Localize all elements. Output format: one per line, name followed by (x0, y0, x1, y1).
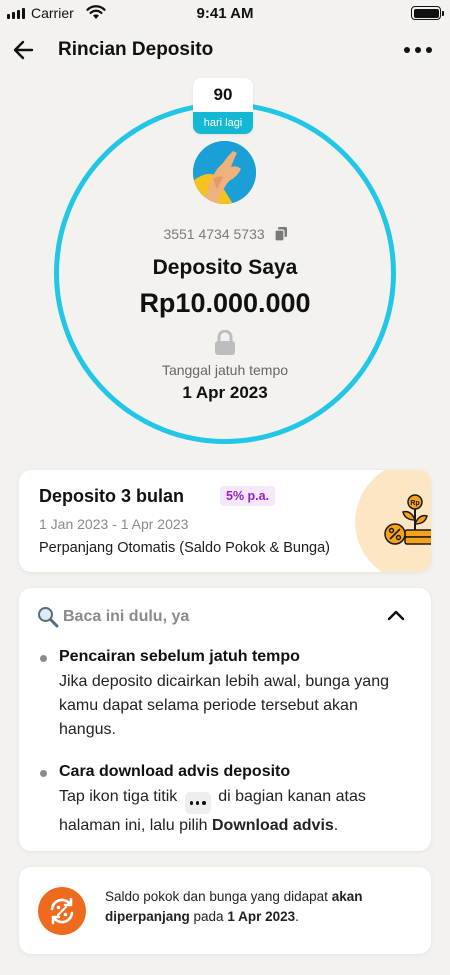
lock-icon (215, 330, 235, 355)
info-item-body: Jika deposito dicairkan lebih awal, bung… (59, 673, 389, 738)
auto-renew-note-card: Saldo pokok dan bunga yang didapat akan … (19, 867, 431, 954)
deposit-avatar (193, 141, 256, 204)
days-left-badge: 90 hari lagi (193, 78, 253, 134)
interest-rate-badge: 5% p.a. (220, 486, 276, 506)
body-text: Tap ikon tiga titik (59, 788, 178, 805)
battery-icon (411, 6, 444, 20)
body-text: . (333, 817, 339, 834)
copy-icon[interactable] (274, 227, 287, 241)
back-arrow-icon[interactable] (10, 36, 38, 64)
deposit-growth-icon: Rp (384, 494, 431, 545)
more-options-inline-icon (184, 792, 211, 814)
bullet-dot (40, 770, 47, 777)
info-item-title: Cara download advis deposito (59, 763, 291, 780)
renewal-type: Perpanjang Otomatis (Saldo Pokok & Bunga… (39, 540, 330, 556)
due-date: 1 Apr 2023 (182, 383, 268, 402)
deposit-amount: Rp10.000.000 (139, 288, 311, 318)
deposit-product-card[interactable]: Deposito 3 bulan 5% p.a. 1 Jan 2023 - 1 … (19, 470, 431, 572)
chevron-up-icon[interactable] (386, 608, 406, 622)
clock: 9:41 AM (196, 5, 254, 22)
info-title: Baca ini dulu, ya (63, 608, 190, 625)
info-item-body: Tap ikon tiga titik di bagian kanan atas… (59, 785, 419, 838)
status-bar: Carrier 9:41 AM (0, 0, 450, 26)
bullet-dot (40, 655, 47, 662)
page-title: Rincian Deposito (58, 39, 214, 60)
download-advis-text: Download advis (211, 817, 334, 834)
note-text: . (295, 909, 299, 924)
note-text: Saldo pokok dan bunga yang didapat (105, 889, 328, 904)
account-number-row: 3551 4734 5733 (0, 226, 450, 242)
days-left-label: hari lagi (193, 112, 253, 134)
note-bold-date: 1 Apr 2023 (227, 909, 296, 924)
svg-text:Rp: Rp (410, 500, 419, 507)
magnifier-icon (38, 607, 59, 628)
top-app-bar: Rincian Deposito (0, 28, 450, 72)
days-left-count: 90 (213, 85, 233, 104)
note-text: pada (193, 909, 224, 924)
product-period: 1 Jan 2023 - 1 Apr 2023 (39, 516, 189, 532)
info-item-title: Pencairan sebelum jatuh tempo (59, 648, 300, 665)
info-accordion: Baca ini dulu, ya Pencairan sebelum jatu… (19, 588, 431, 851)
due-date-label: Tanggal jatuh tempo (161, 362, 289, 378)
auto-renew-note: Saldo pokok dan bunga yang didapat akan … (105, 887, 415, 927)
more-options-icon[interactable] (404, 38, 432, 62)
account-number: 3551 4734 5733 (163, 226, 265, 242)
product-title: Deposito 3 bulan (39, 486, 185, 506)
auto-renew-icon (38, 887, 86, 935)
deposit-name: Deposito Saya (152, 256, 298, 279)
